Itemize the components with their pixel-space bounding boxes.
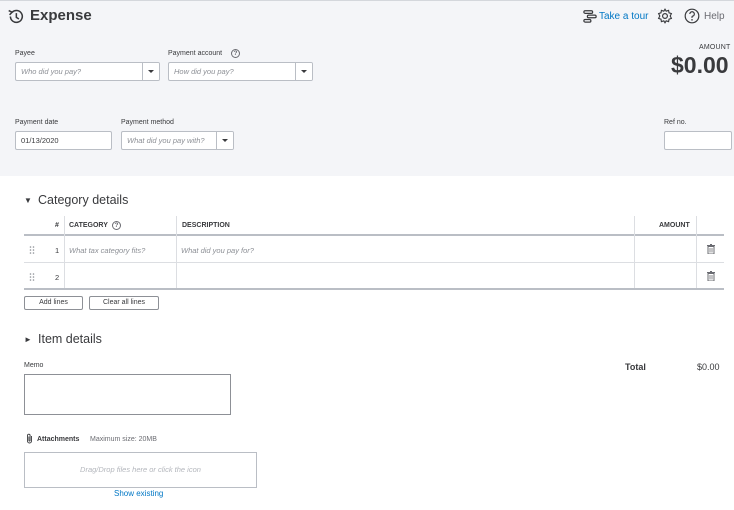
amount-value: $0.00 bbox=[671, 52, 729, 78]
payment-method-label: Payment method bbox=[121, 119, 174, 126]
col-description: DESCRIPTION bbox=[182, 222, 230, 229]
paperclip-icon[interactable] bbox=[25, 433, 34, 444]
chevron-down-icon[interactable] bbox=[216, 132, 233, 149]
payee-select[interactable]: Who did you pay? bbox=[15, 62, 160, 81]
category-input[interactable]: What tax category fits? bbox=[69, 246, 145, 255]
total-label: Total bbox=[625, 362, 646, 372]
payment-method-select[interactable]: What did you pay with? bbox=[121, 131, 234, 150]
table-row[interactable]: 2 bbox=[24, 263, 724, 290]
attachment-drop-zone[interactable]: Drag/Drop files here or click the icon bbox=[24, 452, 257, 488]
payment-account-placeholder: How did you pay? bbox=[174, 67, 234, 76]
gear-icon[interactable] bbox=[657, 8, 673, 24]
payee-placeholder: Who did you pay? bbox=[21, 67, 82, 76]
payment-date-input[interactable]: 01/13/2020 bbox=[15, 131, 112, 150]
item-details-title[interactable]: Item details bbox=[38, 332, 102, 346]
row-number: 1 bbox=[55, 246, 60, 255]
page-title: Expense bbox=[30, 7, 92, 24]
max-size-text: Maximum size: 20MB bbox=[90, 436, 157, 443]
tour-icon[interactable] bbox=[583, 9, 597, 23]
item-details-toggle[interactable]: ► bbox=[24, 335, 32, 344]
payment-account-select[interactable]: How did you pay? bbox=[168, 62, 313, 81]
trash-icon[interactable] bbox=[707, 271, 715, 281]
add-lines-button[interactable]: Add lines bbox=[24, 296, 83, 310]
chevron-down-icon[interactable] bbox=[295, 63, 312, 80]
chevron-down-icon[interactable] bbox=[142, 63, 159, 80]
row-number: 2 bbox=[55, 273, 60, 282]
payee-label: Payee bbox=[15, 50, 35, 57]
help-link[interactable]: Help bbox=[704, 11, 725, 22]
category-details-toggle[interactable]: ▼ bbox=[24, 196, 32, 205]
history-icon[interactable] bbox=[7, 8, 24, 25]
show-existing-link[interactable]: Show existing bbox=[114, 489, 163, 498]
payment-account-label: Payment account bbox=[168, 50, 223, 57]
category-details-title[interactable]: Category details bbox=[38, 193, 128, 207]
help-icon[interactable] bbox=[684, 8, 700, 24]
table-row[interactable]: 1 What tax category fits? What did you p… bbox=[24, 236, 724, 263]
attachments-label: Attachments bbox=[37, 436, 80, 443]
drag-handle-icon[interactable] bbox=[29, 273, 35, 281]
table-header: # CATEGORY ? DESCRIPTION AMOUNT bbox=[24, 216, 724, 236]
drag-handle-icon[interactable] bbox=[29, 246, 35, 254]
take-tour-link[interactable]: Take a tour bbox=[599, 11, 648, 22]
memo-textarea[interactable] bbox=[24, 374, 231, 415]
clear-all-lines-button[interactable]: Clear all lines bbox=[89, 296, 159, 310]
trash-icon[interactable] bbox=[707, 244, 715, 254]
payment-method-placeholder: What did you pay with? bbox=[127, 136, 205, 145]
category-table: # CATEGORY ? DESCRIPTION AMOUNT 1 What t… bbox=[24, 216, 724, 291]
amount-label: AMOUNT bbox=[699, 44, 731, 51]
ref-no-label: Ref no. bbox=[664, 119, 687, 126]
question-icon[interactable]: ? bbox=[231, 49, 240, 58]
col-number: # bbox=[55, 222, 59, 229]
ref-no-input[interactable] bbox=[664, 131, 732, 150]
total-value: $0.00 bbox=[697, 362, 720, 372]
col-category: CATEGORY bbox=[69, 222, 108, 229]
memo-label: Memo bbox=[24, 362, 44, 369]
question-icon[interactable]: ? bbox=[112, 221, 121, 230]
col-amount: AMOUNT bbox=[659, 222, 690, 229]
payment-date-label: Payment date bbox=[15, 119, 59, 126]
description-input[interactable]: What did you pay for? bbox=[181, 246, 254, 255]
